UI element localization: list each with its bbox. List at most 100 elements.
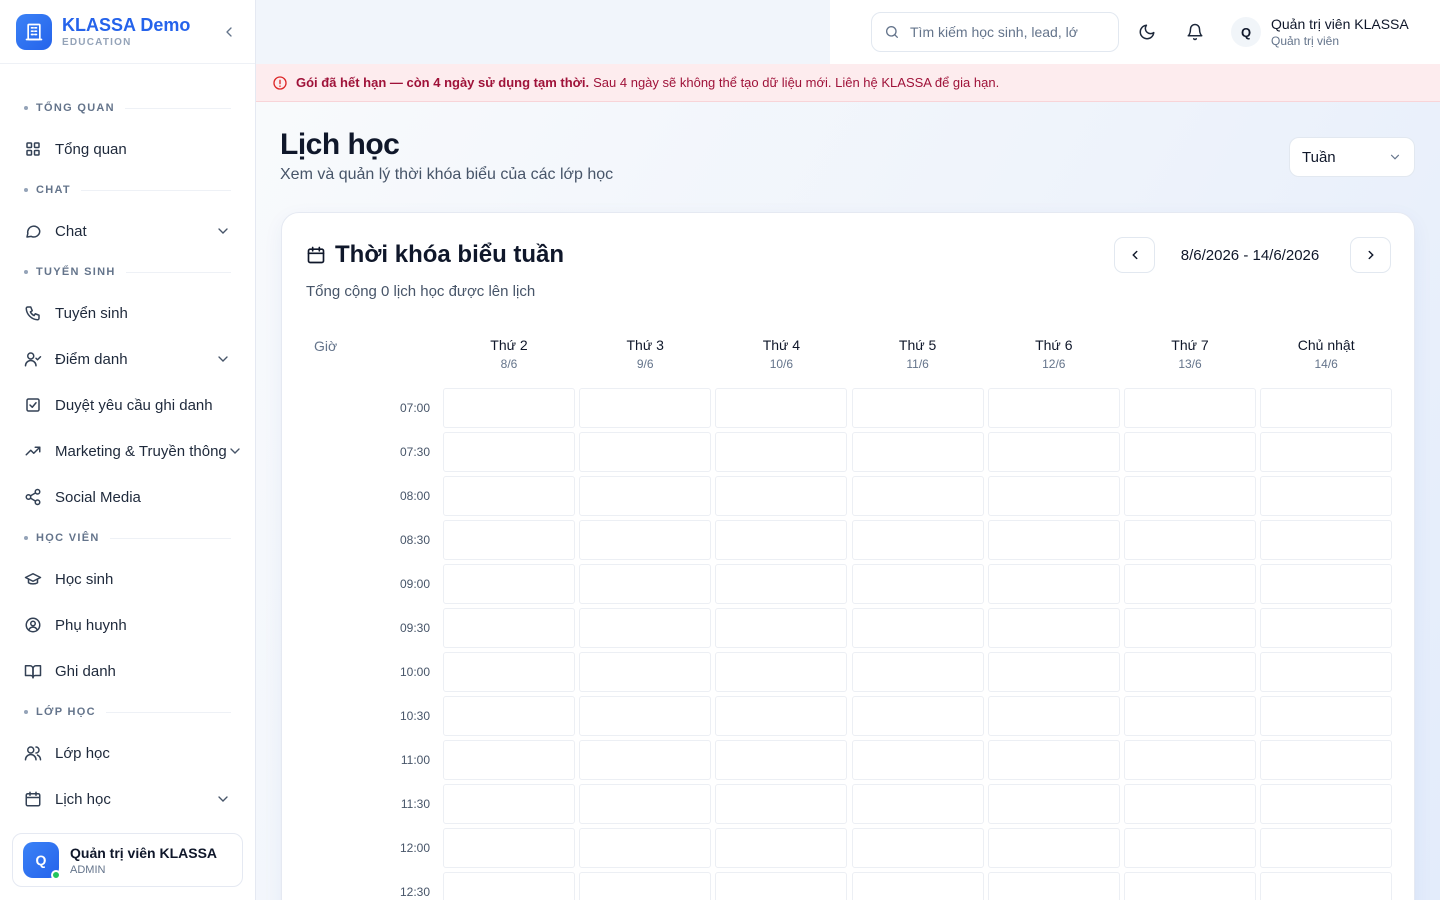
schedule-slot[interactable] [443, 872, 575, 900]
sidebar-item-phu-huynh[interactable]: Phụ huynh [0, 602, 255, 648]
schedule-slot[interactable] [579, 388, 712, 428]
schedule-slot[interactable] [851, 476, 984, 516]
schedule-slot[interactable] [987, 784, 1120, 824]
chevron-down-icon[interactable] [215, 791, 231, 807]
sidebar-item-social-media[interactable]: Social Media [0, 474, 255, 520]
schedule-slot[interactable] [715, 520, 848, 560]
schedule-slot[interactable] [443, 432, 575, 472]
schedule-slot[interactable] [987, 652, 1120, 692]
schedule-slot[interactable] [443, 828, 575, 868]
schedule-slot[interactable] [851, 608, 984, 648]
view-mode-select[interactable]: Tuần [1289, 137, 1415, 177]
sidebar-item-chat[interactable]: Chat [0, 208, 255, 254]
schedule-slot[interactable] [1260, 520, 1393, 560]
schedule-slot[interactable] [987, 828, 1120, 868]
schedule-slot[interactable] [851, 696, 984, 736]
top-avatar[interactable]: Q [1231, 17, 1261, 47]
schedule-slot[interactable] [1124, 388, 1256, 428]
schedule-slot[interactable] [715, 652, 848, 692]
schedule-slot[interactable] [715, 696, 848, 736]
dark-mode-toggle[interactable] [1127, 12, 1167, 52]
schedule-slot[interactable] [851, 872, 984, 900]
schedule-slot[interactable] [443, 388, 575, 428]
schedule-slot[interactable] [443, 740, 575, 780]
schedule-slot[interactable] [851, 432, 984, 472]
schedule-slot[interactable] [715, 432, 848, 472]
schedule-slot[interactable] [851, 784, 984, 824]
schedule-slot[interactable] [1124, 696, 1256, 736]
schedule-slot[interactable] [715, 608, 848, 648]
schedule-slot[interactable] [579, 784, 712, 824]
schedule-slot[interactable] [987, 872, 1120, 900]
schedule-slot[interactable] [1260, 784, 1393, 824]
schedule-slot[interactable] [443, 564, 575, 604]
schedule-slot[interactable] [1124, 828, 1256, 868]
schedule-slot[interactable] [579, 696, 712, 736]
sidebar-item-diem-danh[interactable]: Điểm danh [0, 336, 255, 382]
top-user-menu[interactable]: Quản trị viên KLASSA Quản trị viên [1271, 16, 1409, 48]
notifications-button[interactable] [1175, 12, 1215, 52]
schedule-slot[interactable] [579, 432, 712, 472]
schedule-slot[interactable] [1124, 432, 1256, 472]
schedule-slot[interactable] [1260, 696, 1393, 736]
sidebar-item-lop-hoc[interactable]: Lớp học [0, 730, 255, 776]
sidebar-item-tuyen-sinh[interactable]: Tuyển sinh [0, 290, 255, 336]
schedule-slot[interactable] [1260, 740, 1393, 780]
schedule-slot[interactable] [851, 828, 984, 868]
sidebar-user-card[interactable]: Q Quản trị viên KLASSA ADMIN [12, 833, 243, 887]
schedule-slot[interactable] [1260, 872, 1393, 900]
schedule-slot[interactable] [579, 740, 712, 780]
sidebar-item-ghi-danh[interactable]: Ghi danh [0, 648, 255, 694]
search-box[interactable] [871, 12, 1119, 52]
schedule-slot[interactable] [1124, 652, 1256, 692]
logo-building-icon[interactable] [16, 13, 52, 50]
schedule-slot[interactable] [1124, 520, 1256, 560]
schedule-slot[interactable] [579, 564, 712, 604]
schedule-slot[interactable] [715, 828, 848, 868]
schedule-slot[interactable] [1124, 564, 1256, 604]
schedule-slot[interactable] [443, 696, 575, 736]
schedule-slot[interactable] [579, 608, 712, 648]
schedule-slot[interactable] [1260, 476, 1393, 516]
schedule-slot[interactable] [987, 388, 1120, 428]
schedule-slot[interactable] [715, 476, 848, 516]
schedule-slot[interactable] [579, 520, 712, 560]
sidebar-item-marketing-truyen-thong[interactable]: Marketing & Truyền thông [0, 428, 255, 474]
schedule-slot[interactable] [1260, 828, 1393, 868]
schedule-slot[interactable] [443, 608, 575, 648]
schedule-slot[interactable] [579, 476, 712, 516]
schedule-slot[interactable] [1260, 388, 1393, 428]
schedule-slot[interactable] [715, 784, 848, 824]
chevron-down-icon[interactable] [215, 223, 231, 239]
schedule-slot[interactable] [1124, 872, 1256, 900]
schedule-slot[interactable] [987, 740, 1120, 780]
schedule-slot[interactable] [987, 564, 1120, 604]
sidebar-item-tong-quan[interactable]: Tổng quan [0, 126, 255, 172]
collapse-sidebar-icon[interactable] [219, 22, 239, 42]
schedule-slot[interactable] [1124, 740, 1256, 780]
schedule-slot[interactable] [1124, 784, 1256, 824]
schedule-slot[interactable] [715, 740, 848, 780]
schedule-slot[interactable] [715, 388, 848, 428]
schedule-slot[interactable] [851, 740, 984, 780]
schedule-slot[interactable] [851, 564, 984, 604]
schedule-slot[interactable] [1260, 608, 1393, 648]
next-week-button[interactable] [1350, 237, 1391, 273]
sidebar-item-hoc-sinh[interactable]: Học sinh [0, 556, 255, 602]
schedule-slot[interactable] [851, 388, 984, 428]
schedule-slot[interactable] [579, 872, 712, 900]
search-input[interactable] [910, 24, 1100, 40]
schedule-slot[interactable] [851, 520, 984, 560]
schedule-slot[interactable] [987, 520, 1120, 560]
schedule-slot[interactable] [443, 784, 575, 824]
schedule-slot[interactable] [1124, 476, 1256, 516]
prev-week-button[interactable] [1114, 237, 1155, 273]
schedule-slot[interactable] [1260, 564, 1393, 604]
sidebar-item-lich-hoc[interactable]: Lịch học [0, 776, 255, 820]
schedule-slot[interactable] [987, 696, 1120, 736]
schedule-slot[interactable] [987, 608, 1120, 648]
schedule-slot[interactable] [579, 652, 712, 692]
schedule-slot[interactable] [851, 652, 984, 692]
schedule-slot[interactable] [987, 432, 1120, 472]
schedule-slot[interactable] [443, 476, 575, 516]
